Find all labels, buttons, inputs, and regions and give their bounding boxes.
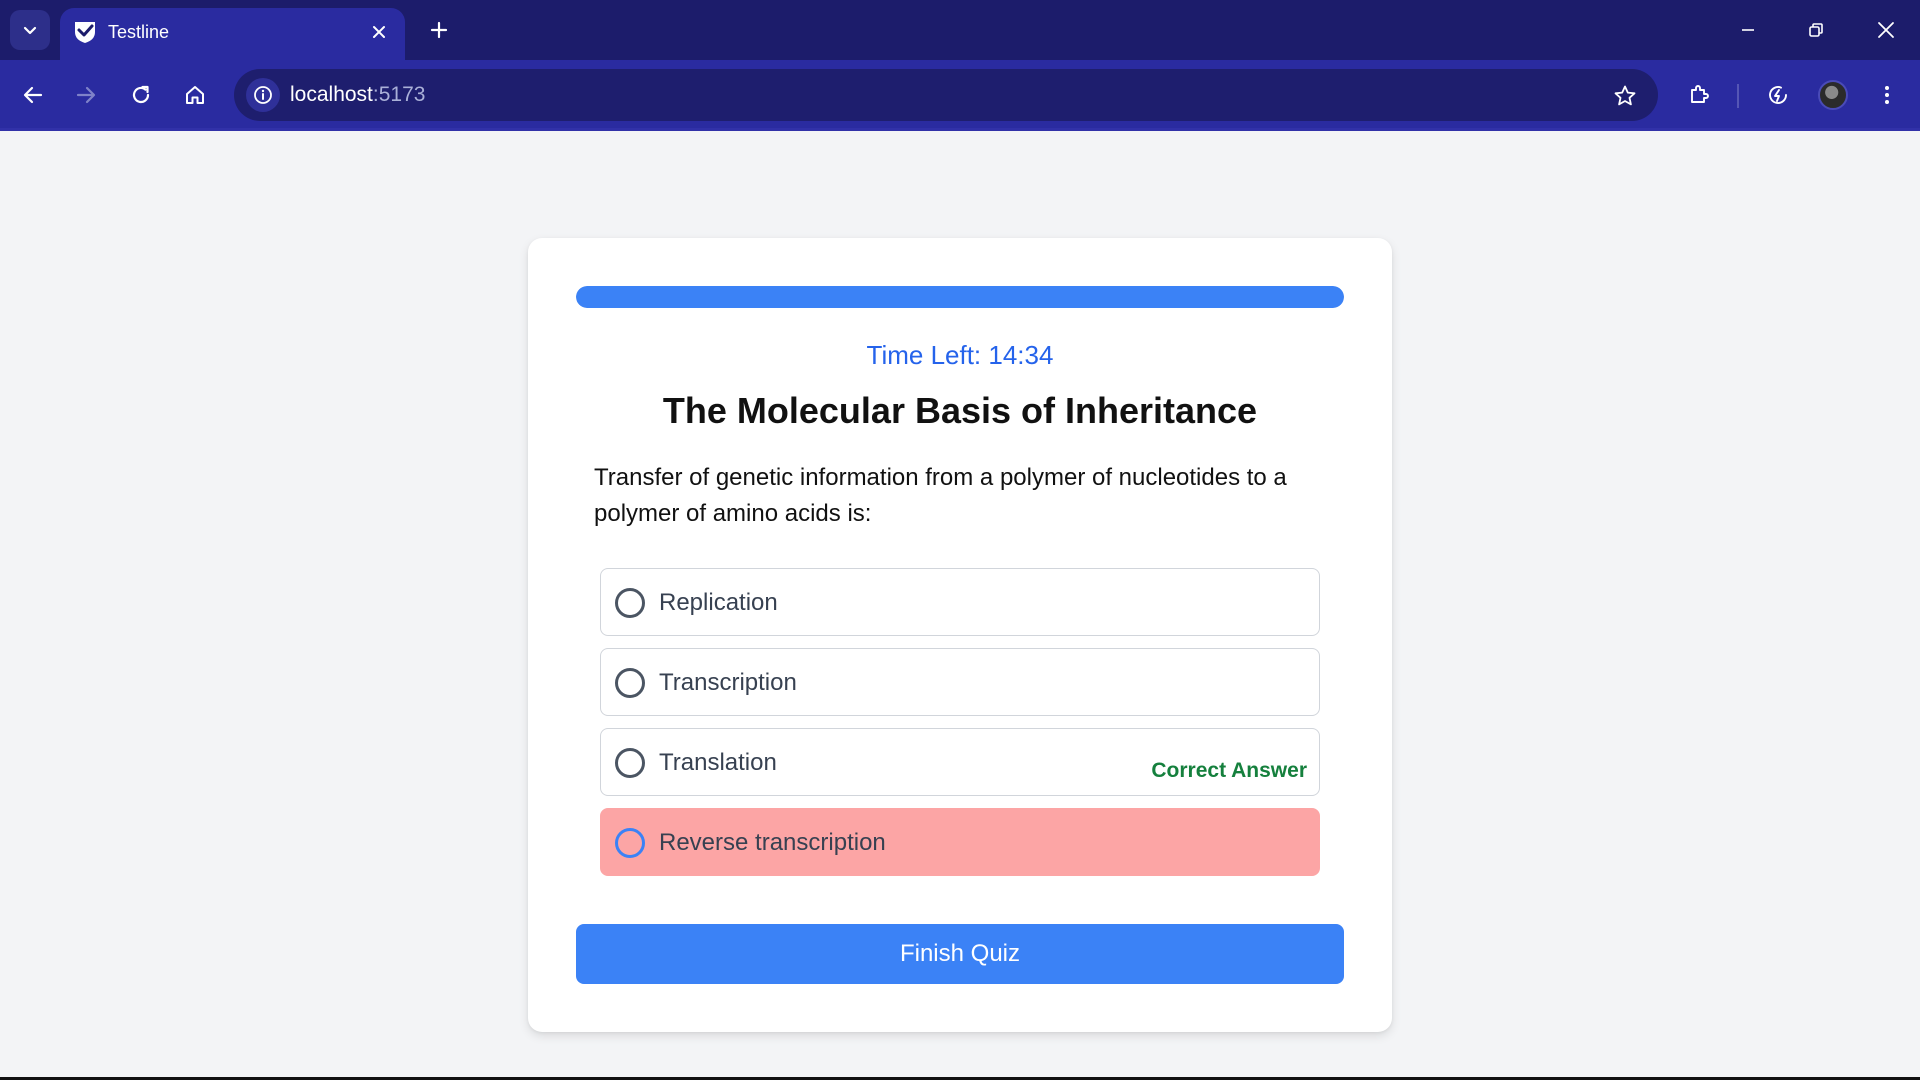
chevron-down-icon [23, 26, 37, 35]
option-replication[interactable]: Replication [600, 568, 1320, 636]
url-host: localhost [290, 83, 373, 106]
close-tab-icon[interactable] [365, 18, 393, 46]
tab-search-button[interactable] [10, 10, 50, 50]
testline-logo-icon [75, 22, 95, 43]
url-port: :5173 [372, 83, 426, 106]
finish-quiz-button[interactable]: Finish Quiz [576, 924, 1344, 984]
option-transcription[interactable]: Transcription [600, 648, 1320, 716]
progress-fill [576, 286, 1344, 308]
tab-strip: Testline [0, 0, 1920, 60]
progress-bar [576, 286, 1344, 308]
radio-button[interactable] [615, 748, 645, 778]
option-label: Translation [659, 749, 777, 776]
back-icon[interactable] [12, 74, 54, 116]
site-info-icon[interactable] [246, 78, 280, 112]
new-tab-icon[interactable] [424, 12, 454, 48]
radio-button[interactable] [615, 828, 645, 858]
extensions-puzzle-icon[interactable] [1678, 74, 1720, 116]
home-icon[interactable] [174, 74, 216, 116]
tab-title: Testline [108, 22, 170, 42]
forward-icon[interactable] [65, 74, 107, 116]
toolbar-separator [1737, 84, 1739, 108]
option-label: Reverse transcription [659, 829, 886, 856]
correct-answer-badge: Correct Answer [1151, 759, 1307, 782]
option-translation[interactable]: Translation Correct Answer [600, 728, 1320, 796]
timer-text: Time Left: 14:34 [866, 340, 1054, 370]
minimize-icon[interactable] [1724, 8, 1772, 52]
browser-toolbar: localhost:5173 [0, 60, 1920, 130]
active-tab[interactable]: Testline [60, 8, 405, 60]
performance-icon[interactable] [1757, 74, 1799, 116]
quiz-title: The Molecular Basis of Inheritance [662, 390, 1258, 431]
radio-button[interactable] [615, 588, 645, 618]
reload-icon[interactable] [120, 74, 162, 116]
close-window-icon[interactable] [1862, 8, 1910, 52]
option-label: Transcription [659, 669, 797, 696]
url-text: localhost:5173 [290, 83, 425, 107]
restore-icon[interactable] [1792, 8, 1840, 52]
quiz-card: Time Left: 14:34 The Molecular Basis of … [528, 238, 1392, 1032]
bookmark-star-icon[interactable] [1610, 81, 1640, 111]
option-label: Replication [659, 589, 778, 616]
address-bar[interactable]: localhost:5173 [234, 69, 1658, 121]
toolbar-divider [0, 128, 1920, 131]
option-reverse-transcription[interactable]: Reverse transcription [600, 808, 1320, 876]
radio-button[interactable] [615, 668, 645, 698]
question-text: Transfer of genetic information from a p… [594, 464, 1287, 527]
more-options-icon[interactable] [1866, 74, 1908, 116]
profile-avatar[interactable] [1818, 80, 1848, 110]
